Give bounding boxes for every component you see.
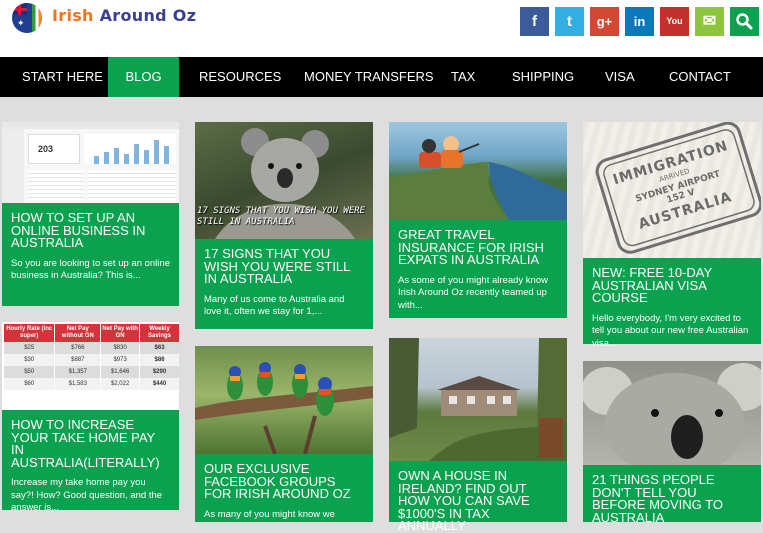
post-card-travel-insurance[interactable]: GREAT TRAVEL INSURANCE FOR IRISH EXPATS …: [389, 122, 567, 318]
email-icon[interactable]: ✉: [695, 7, 724, 36]
table-row: $25 $766 $830 $63: [4, 342, 179, 354]
post-card-visa-course[interactable]: IMMIGRATION ARRIVED SYDNEY AIRPORT 152 V…: [583, 122, 761, 349]
brand-around: Around: [99, 6, 173, 25]
brand-oz: Oz: [172, 6, 197, 25]
post-title[interactable]: 21 THINGS PEOPLE DON'T TELL YOU BEFORE M…: [592, 473, 752, 524]
table-row: $50 $1,357 $1,646 $290: [4, 366, 179, 378]
post-thumbnail-analytics[interactable]: 203: [2, 122, 179, 203]
koala-caption: 17 SIGNS THAT YOU WISH YOU WERE STILL IN…: [197, 206, 365, 227]
post-title[interactable]: OWN A HOUSE IN IRELAND? FIND OUT HOW YOU…: [398, 469, 558, 533]
logo-icon[interactable]: ✦: [12, 3, 42, 33]
table-header: Weekly Savings: [139, 324, 179, 342]
post-thumbnail-lorikeets[interactable]: [195, 346, 373, 454]
post-excerpt: So you are looking to set up an online b…: [11, 257, 170, 282]
linkedin-icon[interactable]: in: [625, 7, 654, 36]
post-card-17-signs[interactable]: 17 SIGNS THAT YOU WISH YOU WERE STILL IN…: [195, 122, 373, 329]
twitter-icon[interactable]: t: [555, 7, 584, 36]
post-card-21-things[interactable]: 21 THINGS PEOPLE DON'T TELL YOU BEFORE M…: [583, 361, 761, 524]
pay-comparison-table: Hourly Rate (inc super) Net Pay without …: [4, 324, 179, 390]
post-card-online-business[interactable]: 203 HOW TO SET UP AN ONLINE BUSINESS IN …: [2, 122, 179, 306]
nav-blog[interactable]: BLOG: [108, 57, 179, 97]
post-thumbnail-paraglide[interactable]: [389, 122, 567, 220]
post-excerpt: Many of us come to Australia and love it…: [204, 293, 345, 318]
post-title[interactable]: 17 SIGNS THAT YOU WISH YOU WERE STILL IN…: [204, 247, 364, 286]
post-title[interactable]: HOW TO SET UP AN ONLINE BUSINESS IN AUST…: [11, 211, 170, 250]
nav-shipping[interactable]: SHIPPING: [512, 57, 574, 97]
post-card-facebook-groups[interactable]: OUR EXCLUSIVE FACEBOOK GROUPS FOR IRISH …: [195, 346, 373, 522]
brand-irish: Irish: [52, 6, 100, 25]
nav-visa[interactable]: VISA: [605, 57, 635, 97]
main-nav: START HERE BLOG RESOURCES MONEY TRANSFER…: [0, 57, 763, 97]
post-title[interactable]: NEW: FREE 10-DAY AUSTRALIAN VISA COURSE: [592, 266, 752, 305]
post-thumbnail-pay-table[interactable]: Hourly Rate (inc super) Net Pay without …: [2, 322, 179, 410]
post-title[interactable]: HOW TO INCREASE YOUR TAKE HOME PAY IN AU…: [11, 418, 170, 469]
table-header: Hourly Rate (inc super): [4, 324, 56, 342]
table-header: Net Pay with GN: [100, 324, 141, 342]
table-row: $60 $1,583 $2,022 $440: [4, 378, 179, 390]
post-thumbnail-koala-closeup[interactable]: [583, 361, 761, 465]
post-card-house-ireland[interactable]: OWN A HOUSE IN IRELAND? FIND OUT HOW YOU…: [389, 338, 567, 532]
nav-tax[interactable]: TAX: [451, 57, 475, 97]
post-thumbnail-house[interactable]: [389, 338, 567, 461]
nav-contact[interactable]: CONTACT: [669, 57, 731, 97]
table-header: Net Pay without GN: [54, 324, 102, 342]
post-excerpt: Increase my take home pay you say?! How?…: [11, 477, 163, 513]
post-title[interactable]: OUR EXCLUSIVE FACEBOOK GROUPS FOR IRISH …: [204, 462, 364, 501]
site-brand[interactable]: Irish Around Oz: [52, 6, 196, 25]
nav-resources[interactable]: RESOURCES: [199, 57, 281, 97]
site-header: ✦ Irish Around Oz f t g+ in You ✉: [0, 0, 763, 57]
google-plus-icon[interactable]: g+: [590, 7, 619, 36]
post-title[interactable]: GREAT TRAVEL INSURANCE FOR IRISH EXPATS …: [398, 228, 558, 267]
search-icon[interactable]: [730, 7, 759, 36]
analytics-figure: 203: [38, 144, 54, 154]
post-card-take-home-pay[interactable]: Hourly Rate (inc super) Net Pay without …: [2, 322, 179, 513]
youtube-icon[interactable]: You: [660, 7, 689, 36]
table-row: $30 $887 $973 $86: [4, 354, 179, 366]
nav-start-here[interactable]: START HERE: [22, 57, 103, 97]
post-excerpt: Hello everybody, I'm very excited to tel…: [592, 312, 749, 349]
post-thumbnail-immigration-stamp[interactable]: IMMIGRATION ARRIVED SYDNEY AIRPORT 152 V…: [583, 122, 761, 258]
post-excerpt: As some of you might already know Irish …: [398, 274, 548, 311]
post-thumbnail-koala[interactable]: 17 SIGNS THAT YOU WISH YOU WERE STILL IN…: [195, 122, 373, 239]
facebook-icon[interactable]: f: [520, 7, 549, 36]
nav-money-transfers[interactable]: MONEY TRANSFERS: [304, 57, 434, 97]
post-excerpt: As many of you might know we: [204, 508, 335, 520]
